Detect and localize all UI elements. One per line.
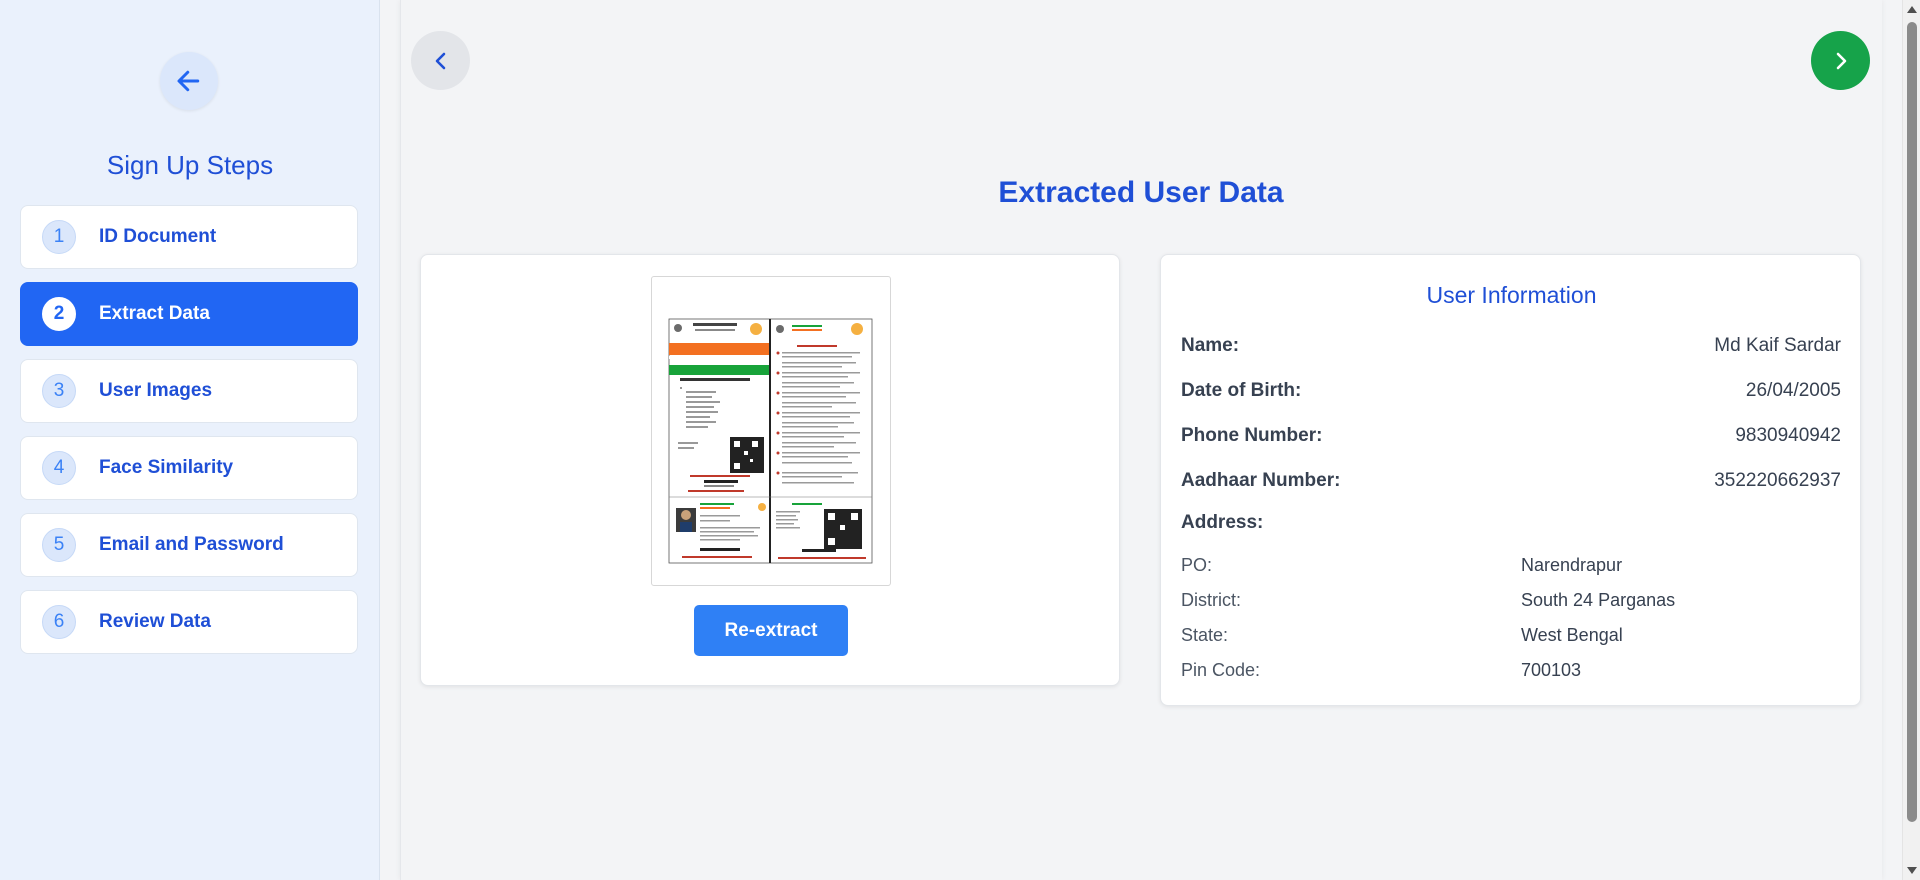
aadhaar-card-thumbnail: [668, 318, 873, 564]
sidebar: Sign Up Steps 1 ID Document 2 Extract Da…: [0, 0, 380, 880]
address-label: Address:: [1181, 512, 1264, 533]
step-number: 6: [42, 605, 76, 639]
id-document-image: [651, 276, 891, 586]
step-label: ID Document: [99, 226, 217, 247]
step-label: Extract Data: [99, 303, 210, 324]
step-user-images[interactable]: 3 User Images: [20, 359, 358, 423]
state-value: West Bengal: [1521, 625, 1623, 645]
scrollbar-thumb[interactable]: [1907, 22, 1917, 822]
sidebar-title: Sign Up Steps: [106, 150, 274, 180]
name-label: Name:: [1181, 335, 1240, 356]
district-value: South 24 Parganas: [1521, 590, 1676, 610]
previous-step-button[interactable]: [411, 31, 470, 90]
step-number: 4: [42, 451, 76, 485]
user-information-title: User Information: [1426, 282, 1597, 308]
next-step-button[interactable]: [1811, 31, 1870, 90]
document-preview-card: Re-extract: [420, 254, 1120, 686]
scroll-down-arrow-icon[interactable]: [1907, 867, 1917, 874]
page-scrollbar[interactable]: [1902, 0, 1920, 880]
state-label: State:: [1181, 625, 1229, 645]
step-label: Review Data: [99, 611, 211, 632]
step-number: 5: [42, 528, 76, 562]
step-label: Email and Password: [99, 534, 284, 555]
name-row: Name: Md Kaif Sardar: [1181, 332, 1841, 360]
dob-label: Date of Birth:: [1181, 380, 1302, 401]
step-id-document[interactable]: 1 ID Document: [20, 205, 358, 269]
po-label: PO:: [1181, 555, 1213, 575]
page-title: Extracted User Data: [998, 176, 1284, 209]
chevron-right-icon: [1836, 52, 1846, 69]
reextract-button[interactable]: Re-extract: [694, 605, 848, 656]
scroll-up-arrow-icon[interactable]: [1907, 6, 1917, 13]
step-extract-data[interactable]: 2 Extract Data: [20, 282, 358, 346]
pin-value: 700103: [1521, 660, 1582, 680]
phone-value: 9830940942: [1735, 425, 1841, 446]
sidebar-back-button[interactable]: [160, 52, 218, 110]
user-information-card: User Information Name: Md Kaif Sardar Da…: [1160, 254, 1861, 706]
step-label: User Images: [99, 380, 213, 401]
dob-row: Date of Birth: 26/04/2005: [1181, 377, 1841, 405]
name-value: Md Kaif Sardar: [1714, 335, 1841, 356]
step-number: 2: [42, 297, 76, 331]
district-label: District:: [1181, 590, 1241, 610]
step-number: 3: [42, 374, 76, 408]
step-number: 1: [42, 220, 76, 254]
pin-label: Pin Code:: [1181, 660, 1261, 680]
address-po-row: PO: Narendrapur: [1181, 555, 1841, 581]
po-value: Narendrapur: [1521, 555, 1623, 575]
address-district-row: District: South 24 Parganas: [1181, 590, 1841, 616]
step-email-password[interactable]: 5 Email and Password: [20, 513, 358, 577]
step-label: Face Similarity: [99, 457, 234, 478]
aadhaar-row: Aadhaar Number: 352220662937: [1181, 467, 1841, 495]
chevron-left-icon: [435, 52, 445, 69]
address-pin-row: Pin Code: 700103: [1181, 660, 1841, 686]
arrow-left-icon: [177, 70, 200, 92]
dob-value: 26/04/2005: [1745, 380, 1841, 401]
phone-row: Phone Number: 9830940942: [1181, 422, 1841, 450]
phone-label: Phone Number:: [1181, 425, 1323, 446]
aadhaar-label: Aadhaar Number:: [1181, 470, 1341, 491]
aadhaar-value: 352220662937: [1714, 470, 1841, 491]
step-face-similarity[interactable]: 4 Face Similarity: [20, 436, 358, 500]
address-state-row: State: West Bengal: [1181, 625, 1841, 651]
step-review-data[interactable]: 6 Review Data: [20, 590, 358, 654]
